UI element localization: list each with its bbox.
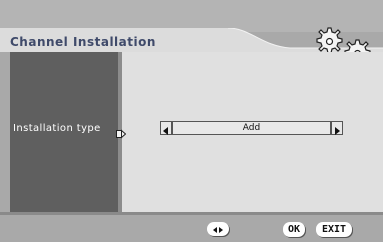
osd-screen: Channel Installation Installation type A… (0, 0, 383, 242)
page-title: Channel Installation (10, 35, 156, 49)
installation-type-selector[interactable]: Add (160, 121, 343, 135)
left-right-arrows-icon[interactable] (207, 222, 229, 236)
exit-button[interactable]: EXIT (316, 222, 352, 237)
installation-type-label: Installation type (13, 123, 101, 134)
focus-pointer-icon (116, 124, 127, 139)
installation-type-value[interactable]: Add (172, 121, 331, 135)
next-option-arrow-icon[interactable] (331, 121, 343, 135)
previous-option-arrow-icon[interactable] (160, 121, 172, 135)
ok-button[interactable]: OK (283, 222, 305, 237)
